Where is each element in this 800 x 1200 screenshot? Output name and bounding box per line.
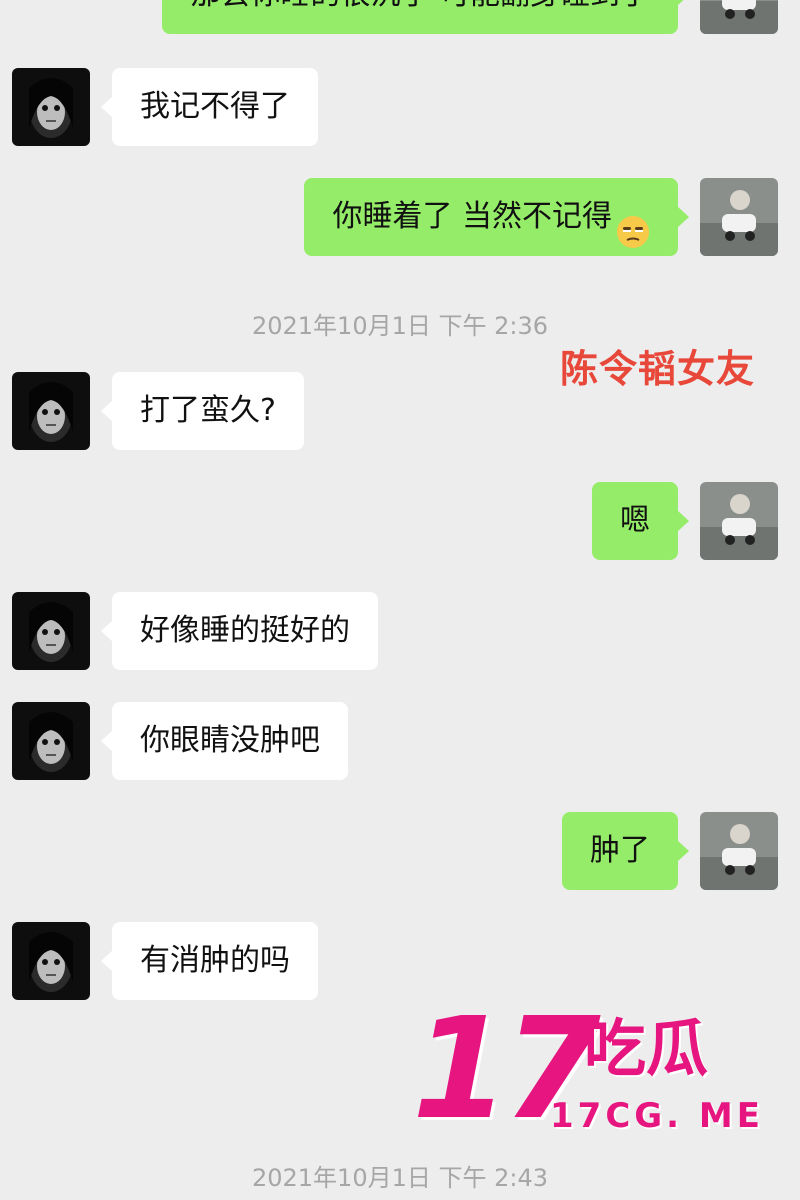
watermark-url: 17CG. ME: [550, 1096, 764, 1136]
unamused-face-emoji-icon: [616, 201, 650, 248]
watermark-chinese: 吃瓜: [584, 1012, 709, 1085]
avatar-contact[interactable]: [12, 68, 90, 146]
message-bubble-outgoing[interactable]: 你睡着了 当然不记得: [304, 178, 689, 256]
message-text: 你睡着了 当然不记得: [332, 199, 612, 234]
avatar-contact[interactable]: [12, 702, 90, 780]
chat-view: 那会你睡的很沉了 可能翻身碰到了 我记不得了 你睡着了 当然不记得 2021年1…: [0, 0, 800, 1200]
avatar-self[interactable]: [700, 812, 778, 890]
message-timestamp: 2021年10月1日 下午 2:36: [251, 312, 549, 340]
avatar-self[interactable]: [700, 0, 778, 34]
message-bubble-incoming[interactable]: 有消肿的吗: [101, 922, 318, 1000]
message-bubble-outgoing[interactable]: 那会你睡的很沉了 可能翻身碰到了: [162, 0, 689, 34]
avatar-self[interactable]: [700, 178, 778, 256]
avatar-contact[interactable]: [12, 922, 90, 1000]
caption-overlay: 陈令韬女友: [560, 347, 756, 391]
message-timestamp: 2021年10月1日 下午 2:43: [251, 1164, 549, 1192]
avatar-self[interactable]: [700, 482, 778, 560]
avatar-contact[interactable]: [12, 372, 90, 450]
message-bubble-incoming[interactable]: 你眼睛没肿吧: [101, 702, 348, 780]
watermark-logo: 17 吃瓜 17CG. ME: [412, 1000, 792, 1150]
message-bubble-incoming[interactable]: 好像睡的挺好的: [101, 592, 378, 670]
message-bubble-incoming[interactable]: 打了蛮久?: [101, 372, 304, 450]
avatar-contact[interactable]: [12, 592, 90, 670]
message-bubble-outgoing[interactable]: 嗯: [592, 482, 689, 560]
message-bubble-outgoing[interactable]: 肿了: [562, 812, 689, 890]
message-bubble-incoming[interactable]: 我记不得了: [101, 68, 318, 146]
